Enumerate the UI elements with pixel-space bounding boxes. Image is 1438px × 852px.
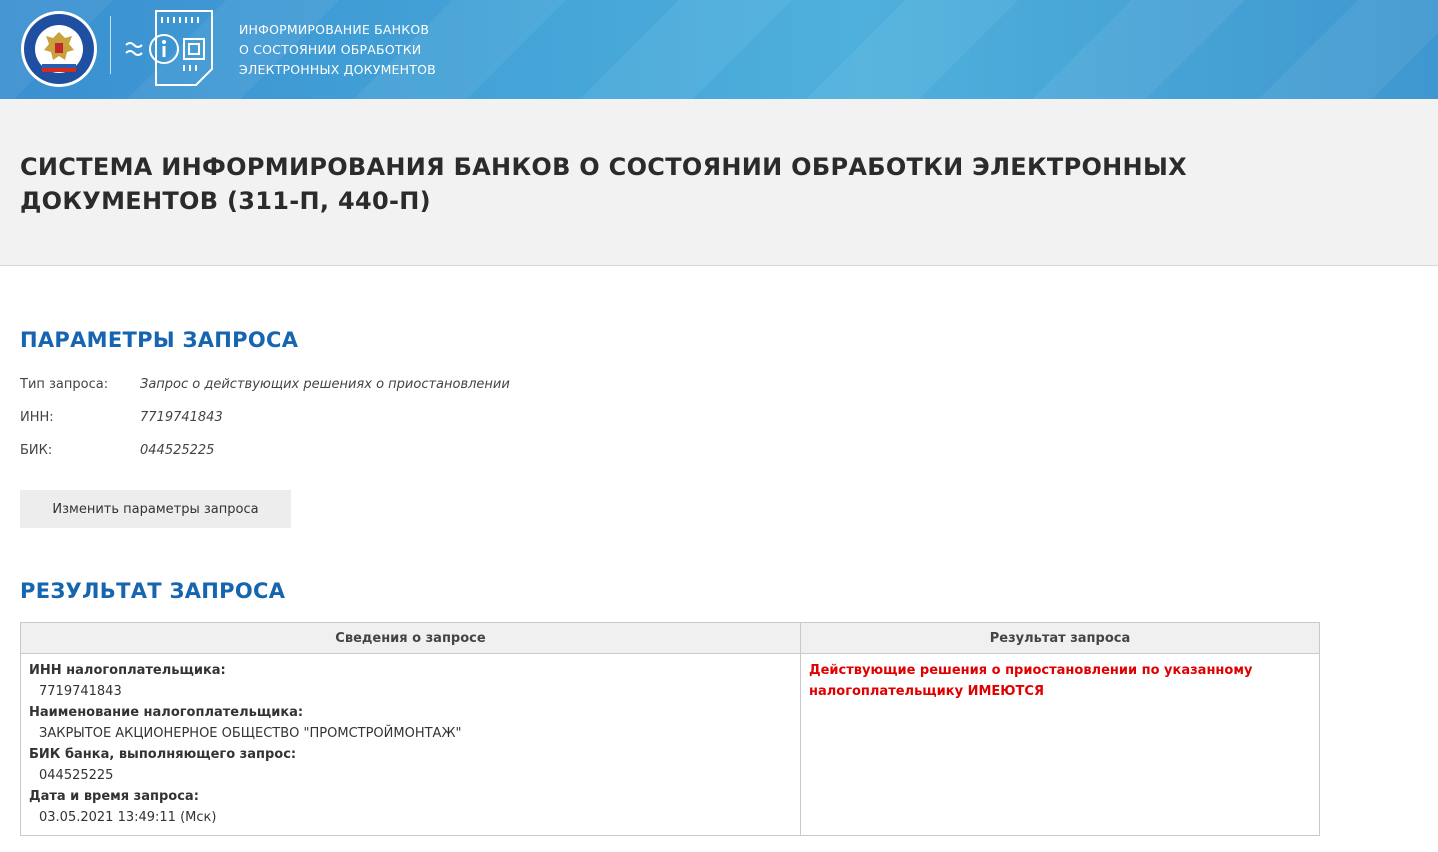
result-table-header: Сведения о запросе Результат запроса bbox=[20, 622, 1320, 654]
param-value: Запрос о действующих решениях о приостан… bbox=[140, 377, 510, 392]
site-header: ИНФОРМИРОВАНИЕ БАНКОВ О СОСТОЯНИИ ОБРАБО… bbox=[0, 0, 1438, 99]
info-label: Наименование налогоплательщика: bbox=[29, 705, 304, 720]
info-label: БИК банка, выполняющего запрос: bbox=[29, 747, 297, 762]
result-table: Сведения о запросе Результат запроса ИНН… bbox=[20, 622, 1320, 836]
params-section-title: ПАРАМЕТРЫ ЗАПРОСА bbox=[20, 328, 299, 352]
param-label: Тип запроса: bbox=[20, 377, 109, 392]
header-line-3: ЭЛЕКТРОННЫХ ДОКУМЕНТОВ bbox=[239, 62, 436, 77]
info-value: 7719741843 bbox=[39, 684, 122, 699]
page-title: СИСТЕМА ИНФОРМИРОВАНИЯ БАНКОВ О СОСТОЯНИ… bbox=[20, 153, 1187, 215]
result-message: Действующие решения о приостановлении по… bbox=[809, 663, 1253, 699]
request-result-cell: Действующие решения о приостановлении по… bbox=[800, 653, 1320, 836]
param-label: ИНН: bbox=[20, 410, 54, 425]
column-header-info: Сведения о запросе bbox=[20, 622, 801, 654]
change-params-button[interactable]: Изменить параметры запроса bbox=[20, 490, 291, 528]
header-divider bbox=[110, 16, 111, 74]
header-service-title: ИНФОРМИРОВАНИЕ БАНКОВ О СОСТОЯНИИ ОБРАБО… bbox=[239, 20, 436, 80]
header-line-1: ИНФОРМИРОВАНИЕ БАНКОВ bbox=[239, 22, 430, 37]
info-value: ЗАКРЫТОЕ АКЦИОНЕРНОЕ ОБЩЕСТВО "ПРОМСТРОЙ… bbox=[39, 726, 462, 741]
column-header-result: Результат запроса bbox=[800, 622, 1320, 654]
fns-emblem-logo bbox=[21, 11, 97, 87]
table-row: ИНН налогоплательщика: 7719741843 Наимен… bbox=[20, 653, 1320, 836]
info-label: ИНН налогоплательщика: bbox=[29, 663, 226, 678]
request-info-cell: ИНН налогоплательщика: 7719741843 Наимен… bbox=[20, 653, 801, 836]
param-value: 7719741843 bbox=[140, 410, 223, 425]
param-label: БИК: bbox=[20, 443, 53, 458]
info-value: 044525225 bbox=[39, 768, 114, 783]
service-info-logo bbox=[125, 10, 213, 86]
param-value: 044525225 bbox=[140, 443, 215, 458]
header-line-2: О СОСТОЯНИИ ОБРАБОТКИ bbox=[239, 42, 422, 57]
info-label: Дата и время запроса: bbox=[29, 789, 199, 804]
info-value: 03.05.2021 13:49:11 (Мск) bbox=[39, 810, 217, 825]
result-section-title: РЕЗУЛЬТАТ ЗАПРОСА bbox=[20, 579, 286, 603]
